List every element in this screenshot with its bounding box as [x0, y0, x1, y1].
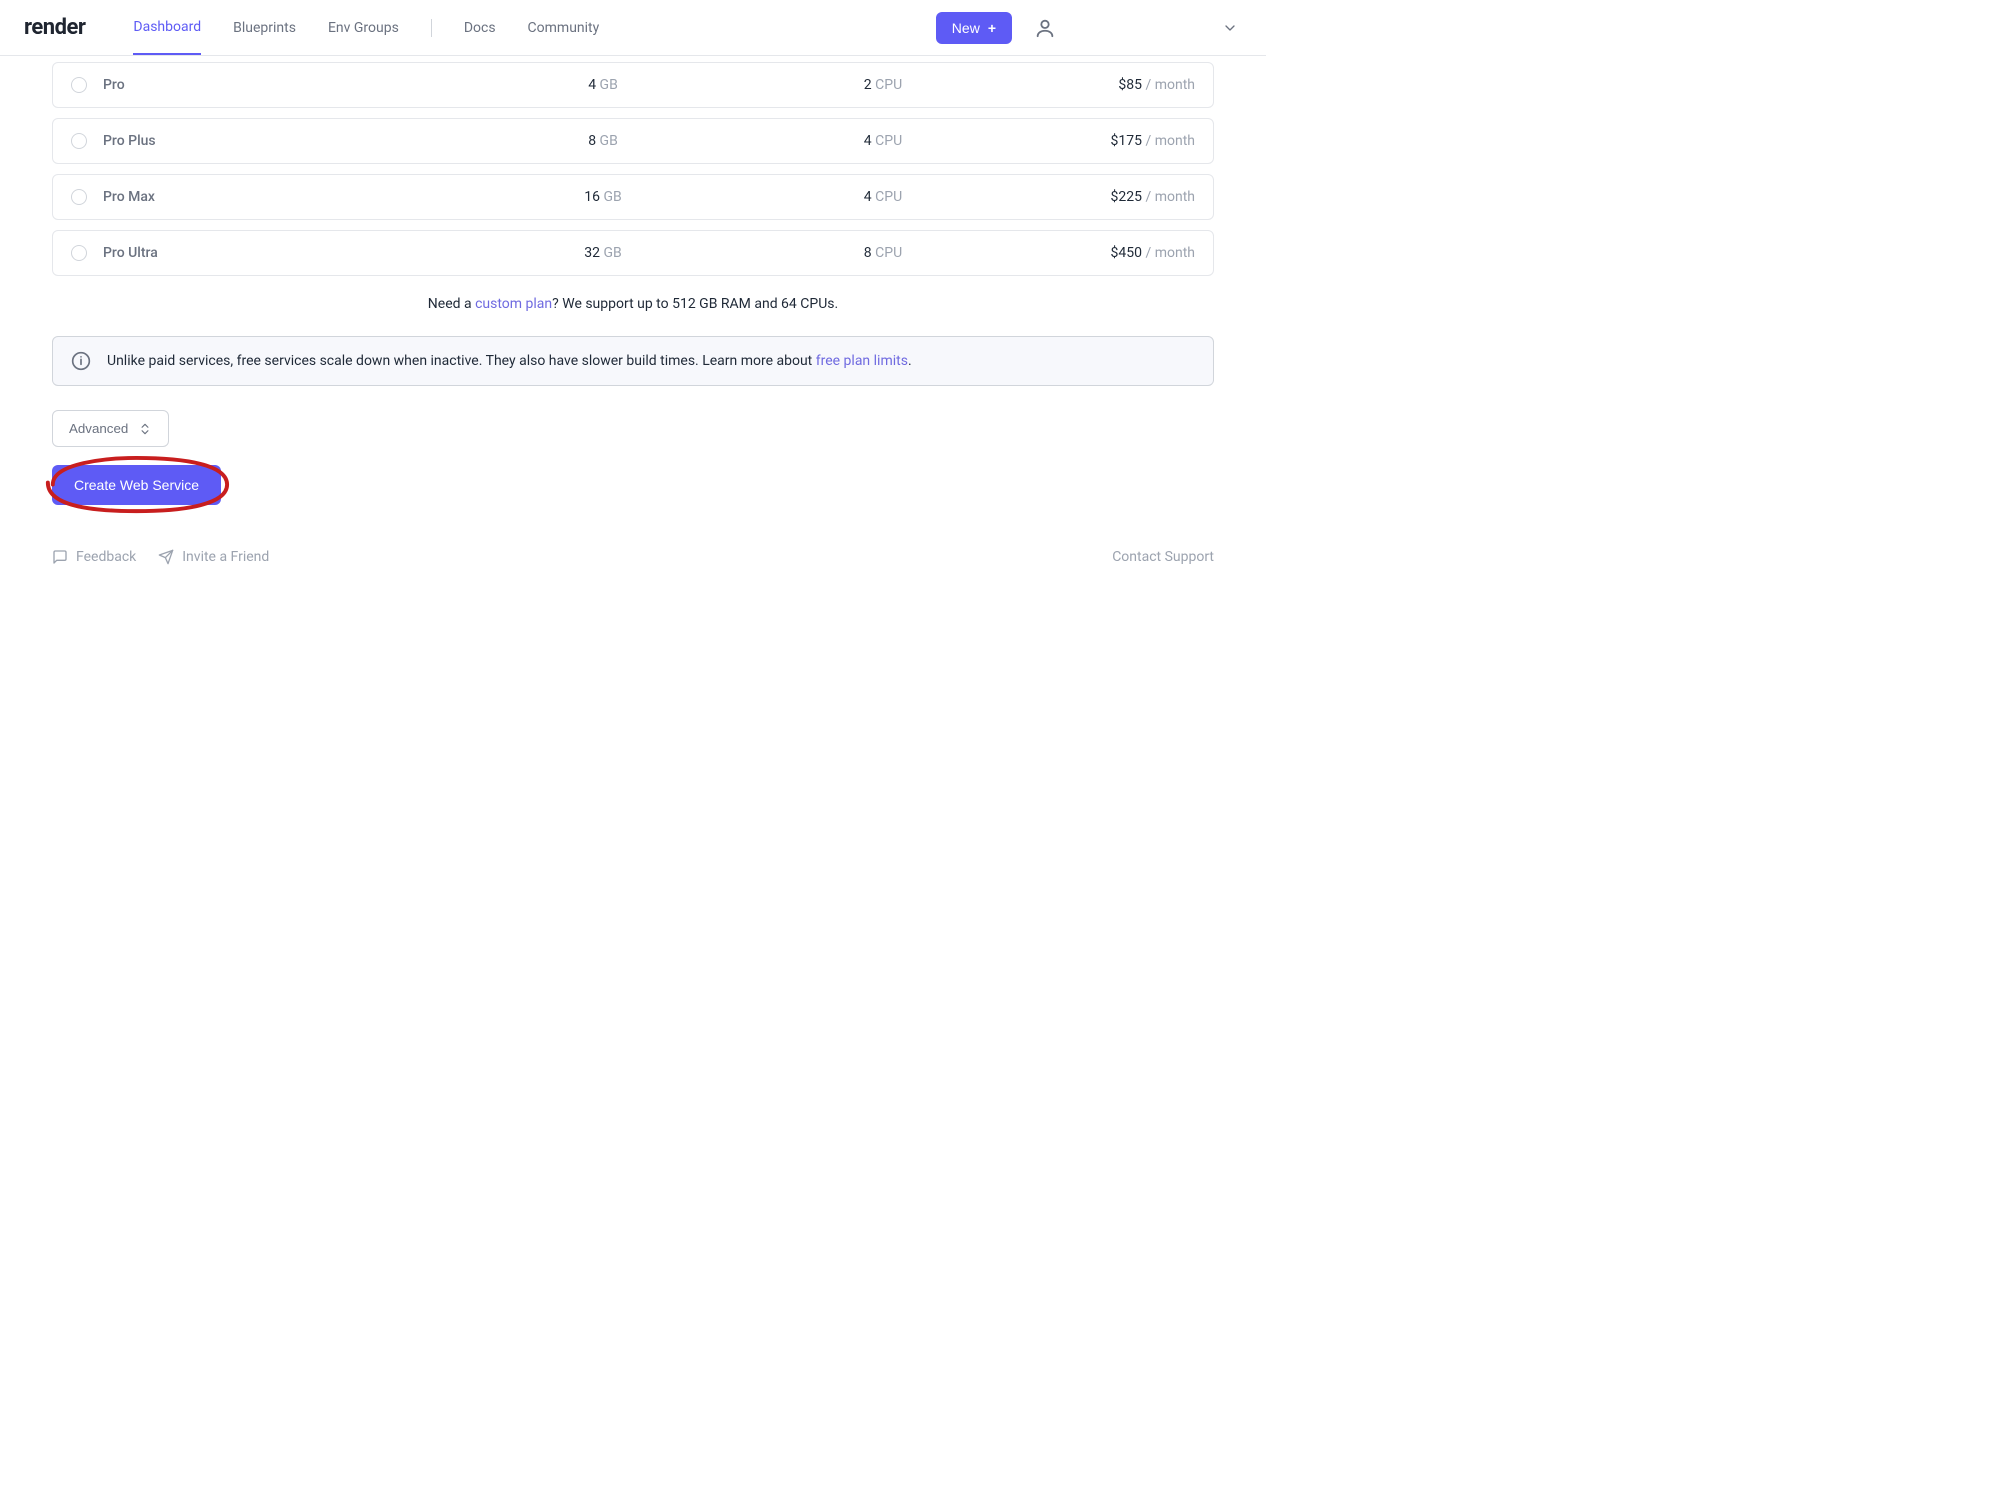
- plan-row[interactable]: Pro Plus 8 GB 4 CPU $175 / month: [52, 118, 1214, 164]
- radio-icon[interactable]: [71, 77, 87, 93]
- account-dropdown[interactable]: [1218, 16, 1242, 40]
- chevron-down-icon: [1222, 20, 1238, 36]
- plan-cpu-unit: CPU: [875, 77, 902, 93]
- nav-blueprints[interactable]: Blueprints: [233, 2, 296, 54]
- plan-ram-value: 32: [584, 245, 600, 261]
- create-button-wrap: Create Web Service: [52, 465, 221, 505]
- feedback-icon: [52, 549, 68, 565]
- info-text: Unlike paid services, free services scal…: [107, 353, 912, 369]
- plan-ram-unit: GB: [600, 133, 618, 149]
- radio-icon[interactable]: [71, 189, 87, 205]
- plan-ram: 32 GB: [463, 245, 743, 261]
- plan-ram-value: 4: [588, 77, 596, 93]
- plan-cpu-value: 8: [864, 245, 872, 261]
- plan-row[interactable]: Pro 4 GB 2 CPU $85 / month: [52, 62, 1214, 108]
- plan-ram-unit: GB: [603, 245, 621, 261]
- footer-links: Feedback Invite a Friend Contact Support: [52, 549, 1214, 565]
- plan-price: $175 / month: [1023, 133, 1195, 149]
- user-icon: [1034, 17, 1056, 39]
- main-nav: Dashboard Blueprints Env Groups Docs Com…: [133, 1, 599, 55]
- plan-cpu-value: 4: [864, 133, 872, 149]
- send-icon: [158, 549, 174, 565]
- logo: render: [24, 15, 85, 40]
- plan-price-value: $175: [1110, 133, 1141, 149]
- plan-ram-unit: GB: [600, 77, 618, 93]
- info-text-2: .: [908, 353, 912, 369]
- advanced-toggle[interactable]: Advanced: [52, 410, 169, 447]
- nav-env-groups[interactable]: Env Groups: [328, 2, 399, 54]
- feedback-label: Feedback: [76, 549, 136, 565]
- plan-price-unit: / month: [1145, 133, 1195, 149]
- plan-ram-unit: GB: [603, 189, 621, 205]
- plan-name: Pro Plus: [103, 133, 463, 149]
- free-plan-limits-link[interactable]: free plan limits: [816, 353, 908, 369]
- invite-friend-link[interactable]: Invite a Friend: [158, 549, 269, 565]
- plus-icon: +: [988, 20, 996, 36]
- plan-price-value: $85: [1118, 77, 1142, 93]
- plan-price: $450 / month: [1023, 245, 1195, 261]
- plan-name: Pro: [103, 77, 463, 93]
- plan-ram-value: 16: [584, 189, 600, 205]
- plan-ram: 16 GB: [463, 189, 743, 205]
- custom-plan-prefix: Need a: [428, 296, 475, 312]
- plan-price: $225 / month: [1023, 189, 1195, 205]
- main: Pro 4 GB 2 CPU $85 / month Pro Plus 8 GB…: [0, 62, 1266, 605]
- info-banner: Unlike paid services, free services scal…: [52, 336, 1214, 386]
- plan-cpu-unit: CPU: [875, 133, 902, 149]
- plan-cpu: 8 CPU: [743, 245, 1023, 261]
- invite-label: Invite a Friend: [182, 549, 269, 565]
- nav-community[interactable]: Community: [528, 2, 600, 54]
- plan-ram-value: 8: [588, 133, 596, 149]
- plan-cpu-unit: CPU: [875, 189, 902, 205]
- plan-cpu-unit: CPU: [875, 245, 902, 261]
- nav-docs[interactable]: Docs: [464, 2, 496, 54]
- plan-cpu-value: 2: [864, 77, 872, 93]
- plan-name: Pro Ultra: [103, 245, 463, 261]
- plan-price-value: $450: [1110, 245, 1141, 261]
- contact-support-link[interactable]: Contact Support: [1112, 549, 1214, 565]
- plan-price-unit: / month: [1145, 189, 1195, 205]
- info-text-1: Unlike paid services, free services scal…: [107, 353, 816, 369]
- plan-row[interactable]: Pro Max 16 GB 4 CPU $225 / month: [52, 174, 1214, 220]
- advanced-label: Advanced: [69, 421, 128, 436]
- new-button[interactable]: New +: [936, 12, 1012, 44]
- custom-plan-text: Need a custom plan? We support up to 512…: [52, 296, 1214, 312]
- plan-ram: 4 GB: [463, 77, 743, 93]
- create-web-service-button[interactable]: Create Web Service: [52, 465, 221, 505]
- radio-icon[interactable]: [71, 245, 87, 261]
- custom-plan-suffix: ? We support up to 512 GB RAM and 64 CPU…: [552, 296, 838, 312]
- plan-price-unit: / month: [1145, 77, 1195, 93]
- info-icon: [71, 351, 91, 371]
- chevrons-vertical-icon: [138, 422, 152, 436]
- plan-row[interactable]: Pro Ultra 32 GB 8 CPU $450 / month: [52, 230, 1214, 276]
- radio-icon[interactable]: [71, 133, 87, 149]
- new-button-label: New: [952, 20, 980, 36]
- plan-cpu-value: 4: [864, 189, 872, 205]
- custom-plan-link[interactable]: custom plan: [475, 296, 552, 312]
- nav-dashboard[interactable]: Dashboard: [133, 1, 201, 55]
- plan-name: Pro Max: [103, 189, 463, 205]
- feedback-link[interactable]: Feedback: [52, 549, 136, 565]
- nav-divider: [431, 19, 432, 37]
- plan-cpu: 4 CPU: [743, 133, 1023, 149]
- topbar: render Dashboard Blueprints Env Groups D…: [0, 0, 1266, 56]
- plan-price-unit: / month: [1145, 245, 1195, 261]
- account-icon[interactable]: [1030, 13, 1060, 43]
- plan-price-value: $225: [1110, 189, 1141, 205]
- plan-cpu: 4 CPU: [743, 189, 1023, 205]
- topbar-right: New +: [936, 12, 1242, 44]
- plan-ram: 8 GB: [463, 133, 743, 149]
- plan-price: $85 / month: [1023, 77, 1195, 93]
- plan-cpu: 2 CPU: [743, 77, 1023, 93]
